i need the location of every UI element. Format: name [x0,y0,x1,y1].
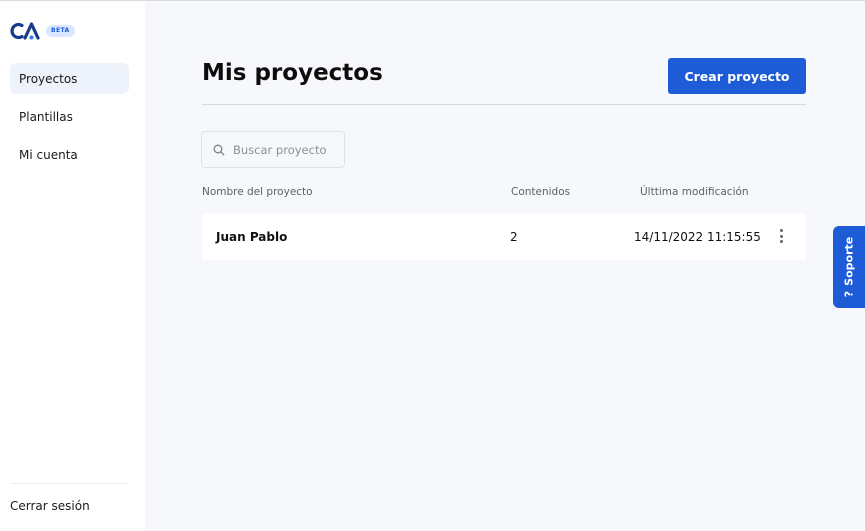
logout-link[interactable]: Cerrar sesión [10,499,90,513]
support-label: Soporte [842,236,856,286]
sidebar-item-proyectos[interactable]: Proyectos [10,63,129,94]
ca-logo-icon [10,22,40,40]
question-icon: ? [842,290,856,298]
search-icon [213,144,225,155]
column-header-name[interactable]: Nombre del proyecto [202,186,313,198]
project-modified: 14/11/2022 11:15:55 [634,230,761,244]
project-contents: 2 [510,230,518,244]
title-divider [202,104,806,105]
more-options-icon[interactable] [774,229,788,245]
sidebar-item-plantillas[interactable]: Plantillas [10,101,129,132]
column-header-contents[interactable]: Contenidos [511,186,570,198]
support-label-wrap: ? Soporte [843,237,856,297]
sidebar-item-mi-cuenta[interactable]: Mi cuenta [10,139,129,170]
app-logo[interactable]: BETA [10,20,75,42]
table-row[interactable]: Juan Pablo 2 14/11/2022 11:15:55 [202,214,806,260]
search-box [201,131,345,168]
column-header-modified[interactable]: Últtima modificación [640,186,749,198]
sidebar: BETA Proyectos Plantillas Mi cuenta Cerr… [0,1,145,531]
create-project-button[interactable]: Crear proyecto [668,58,806,94]
sidebar-nav: Proyectos Plantillas Mi cuenta [10,63,129,177]
project-name[interactable]: Juan Pablo [216,230,287,244]
sidebar-divider [10,483,128,484]
page-title: Mis proyectos [202,60,383,86]
search-input[interactable] [233,142,337,157]
beta-badge: BETA [46,25,75,37]
support-tab[interactable]: ? Soporte [833,226,865,308]
